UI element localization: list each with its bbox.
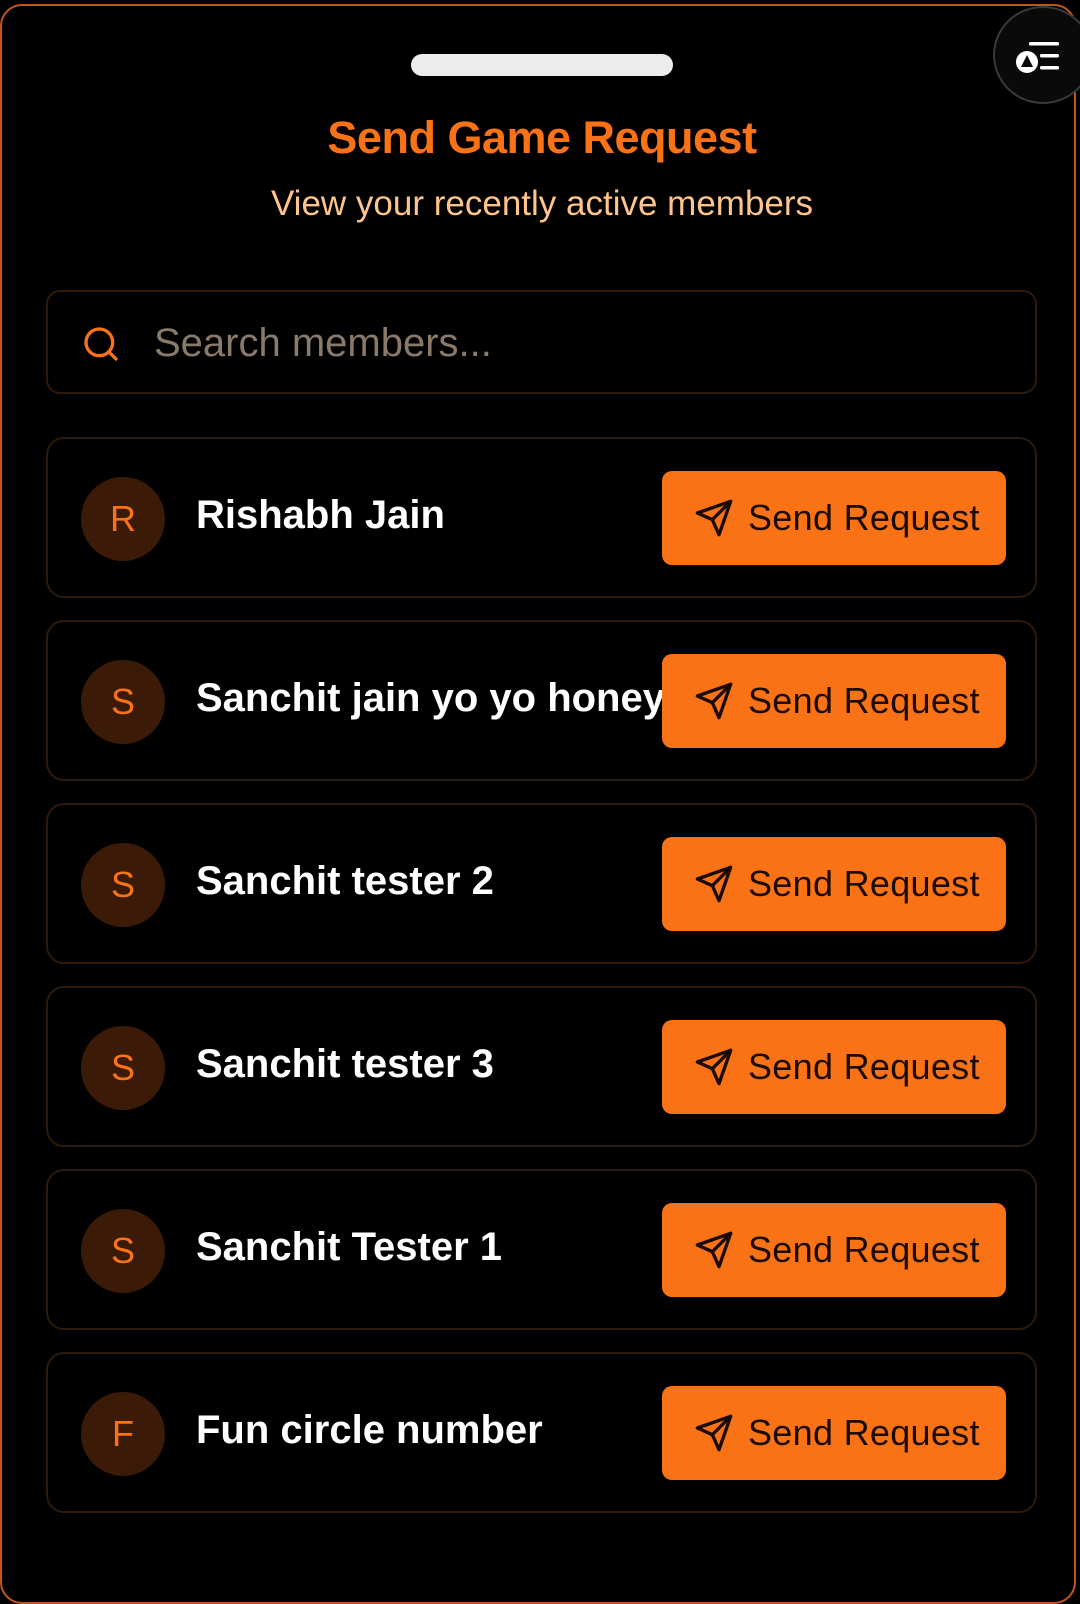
member-name: Fun circle number: [196, 1408, 543, 1452]
member-card: F Fun circle number Send Request: [46, 1352, 1037, 1513]
send-request-label: Send Request: [748, 1229, 980, 1270]
send-icon: [695, 499, 733, 537]
send-request-button[interactable]: Send Request: [662, 1203, 1006, 1297]
send-request-button[interactable]: Send Request: [662, 1386, 1006, 1480]
avatar: S: [81, 1209, 165, 1293]
member-name: Sanchit tester 3: [196, 1042, 494, 1086]
send-request-button[interactable]: Send Request: [662, 654, 1006, 748]
send-icon: [695, 682, 733, 720]
send-icon: [695, 1231, 733, 1269]
bottom-sheet: Send Game Request View your recently act…: [0, 4, 1076, 1604]
member-name: Sanchit jain yo yo honey: [196, 676, 665, 720]
send-request-button[interactable]: Send Request: [662, 471, 1006, 565]
send-request-label: Send Request: [748, 497, 980, 538]
search-bar[interactable]: [46, 290, 1037, 394]
send-request-label: Send Request: [748, 1046, 980, 1087]
send-request-label: Send Request: [748, 863, 980, 904]
search-icon: [84, 327, 118, 361]
member-card: S Sanchit tester 2 Send Request: [46, 803, 1037, 964]
avatar: S: [81, 843, 165, 927]
page-subtitle: View your recently active members: [270, 184, 814, 223]
drag-handle[interactable]: [411, 54, 673, 76]
send-icon: [695, 865, 733, 903]
member-list: R Rishabh Jain Send Request S Sanchit ja…: [46, 437, 1037, 1535]
avatar: S: [81, 660, 165, 744]
avatar: F: [81, 1392, 165, 1476]
send-icon: [695, 1048, 733, 1086]
member-card: S Sanchit jain yo yo honey Send Request: [46, 620, 1037, 781]
member-name: Sanchit tester 2: [196, 859, 494, 903]
avatar: S: [81, 1026, 165, 1110]
send-request-label: Send Request: [748, 680, 980, 721]
member-card: R Rishabh Jain Send Request: [46, 437, 1037, 598]
send-icon: [695, 1414, 733, 1452]
send-request-label: Send Request: [748, 1412, 980, 1453]
member-name: Sanchit Tester 1: [196, 1225, 503, 1269]
page-title: Send Game Request: [327, 112, 757, 163]
send-request-button[interactable]: Send Request: [662, 1020, 1006, 1114]
search-input[interactable]: [152, 312, 1016, 374]
avatar: R: [81, 477, 165, 561]
menu-shapes-icon: [1016, 42, 1059, 73]
member-card: S Sanchit tester 3 Send Request: [46, 986, 1037, 1147]
member-name: Rishabh Jain: [196, 493, 445, 537]
member-card: S Sanchit Tester 1 Send Request: [46, 1169, 1037, 1330]
send-request-button[interactable]: Send Request: [662, 837, 1006, 931]
